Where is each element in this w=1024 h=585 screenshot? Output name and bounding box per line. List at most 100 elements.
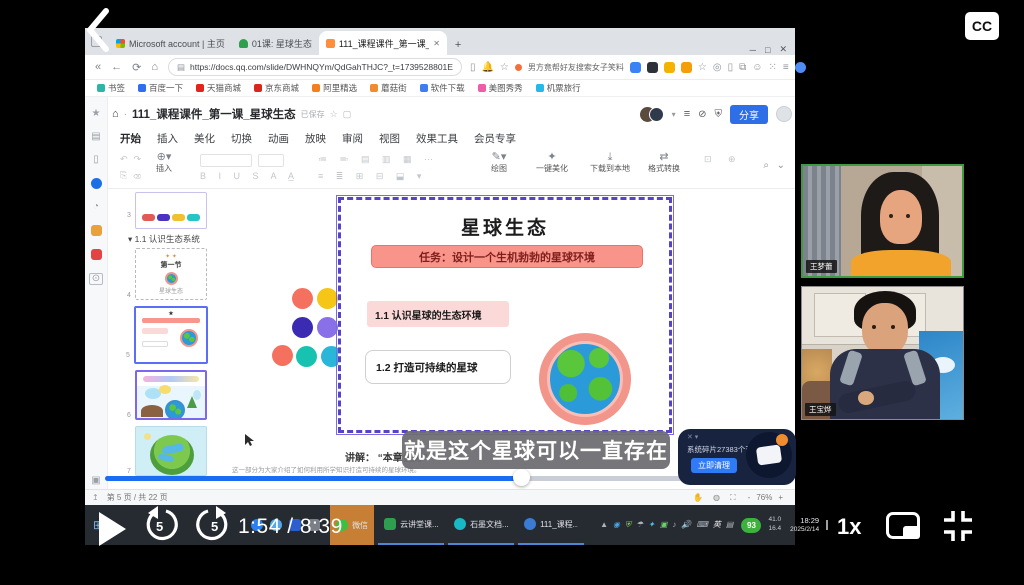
page-info-icon[interactable]: ▤ bbox=[177, 62, 185, 73]
extension-icon-3[interactable] bbox=[664, 62, 675, 73]
toolbar-collapse-icon[interactable]: ⌄ bbox=[777, 160, 785, 171]
device-icon[interactable]: ▯ bbox=[728, 62, 734, 73]
url-field[interactable]: ▤ https://docs.qq.com/slide/DWHNQYm/QdGa… bbox=[168, 58, 462, 76]
helper-bubble[interactable] bbox=[776, 106, 792, 122]
tray-icon[interactable]: ⛨ bbox=[625, 521, 631, 529]
bookmark-item[interactable]: 美图秀秀 bbox=[478, 82, 523, 94]
browser-tab-3-active[interactable]: 111_课程课件_第一课_星球生... ✕ bbox=[319, 31, 447, 55]
collect-star-icon[interactable]: ☆ bbox=[330, 109, 338, 120]
action-center-icon[interactable] bbox=[826, 520, 828, 530]
star-icon[interactable]: ☆ bbox=[500, 62, 509, 73]
books-icon[interactable]: ▤ bbox=[91, 132, 100, 142]
extension-icon-1[interactable] bbox=[630, 62, 641, 73]
beautify-tool[interactable]: ✦ 一键美化 bbox=[536, 152, 568, 174]
lesson-seekbar-handle[interactable] bbox=[513, 469, 530, 486]
extension-icon-2[interactable] bbox=[647, 62, 658, 73]
apps-grid-icon[interactable]: ⁙ bbox=[768, 62, 776, 73]
playback-speed-button[interactable]: 1x bbox=[837, 514, 861, 540]
text-format-icons[interactable]: B I U S A A̲ bbox=[200, 171, 299, 181]
favorites-star-icon[interactable]: ★ bbox=[92, 109, 101, 119]
bookmark-item[interactable]: 天猫商城 bbox=[196, 82, 241, 94]
capture-icon[interactable]: ⊙ bbox=[89, 273, 103, 285]
back-nav-icon[interactable]: ← bbox=[111, 61, 122, 73]
more-tools-icons[interactable]: ⊡ ⊕ bbox=[704, 154, 743, 165]
hamburger-icon[interactable]: ≡ bbox=[684, 108, 690, 120]
account-avatar[interactable] bbox=[795, 62, 806, 73]
permission-shield-icon[interactable]: ⛨ bbox=[715, 109, 723, 120]
tray-icon[interactable]: 🔊 bbox=[681, 521, 691, 529]
zoom-out-button[interactable]: - bbox=[748, 493, 751, 502]
favorite-icon[interactable]: ☆ bbox=[698, 62, 707, 73]
browser-tab-2[interactable]: 01课: 星球生态 bbox=[232, 31, 319, 55]
fit-screen-icon[interactable]: ⛶ bbox=[730, 493, 736, 503]
history-clock-icon[interactable]: ⊘ bbox=[698, 109, 706, 120]
paragraph-icons-row1[interactable]: ≔ ≕ ▤ ▥ ▦ ⋯ bbox=[318, 154, 438, 165]
window-close-button[interactable]: ✕ bbox=[779, 44, 787, 55]
webcam-teacher[interactable]: 王梦蕾 bbox=[801, 164, 964, 278]
qq-icon[interactable] bbox=[91, 178, 102, 189]
phone-icon[interactable]: ▯ bbox=[470, 62, 476, 73]
panel-icon[interactable]: ▣ bbox=[91, 476, 100, 486]
bookmark-item[interactable]: 书签 bbox=[97, 82, 125, 94]
taskbar-app-3[interactable]: 111_课程... bbox=[518, 505, 584, 545]
arrow-up-icon[interactable]: ↥ bbox=[92, 493, 99, 502]
slide-thumbnail-5-active[interactable]: ★ bbox=[134, 306, 208, 364]
tray-icon[interactable]: ☂ bbox=[636, 521, 643, 529]
tray-icon[interactable]: ▲ bbox=[600, 521, 608, 529]
move-folder-icon[interactable]: ▢ bbox=[343, 109, 352, 120]
slide-thumbnail-4[interactable]: ✦ ✦ 第一节 星球生态 bbox=[135, 248, 207, 300]
tray-icon[interactable]: 英 bbox=[713, 521, 721, 529]
share-button[interactable]: 分享 bbox=[730, 105, 768, 124]
comment-bubble-icon[interactable]: ◍ bbox=[713, 493, 720, 502]
clipboard-icons[interactable]: ⎘⌫ bbox=[120, 170, 146, 181]
share-icon[interactable]: ⧉ bbox=[739, 62, 746, 73]
profile-icon[interactable]: ☺ bbox=[752, 62, 762, 73]
slide-thumbnail-3[interactable] bbox=[135, 192, 207, 229]
bookmark-item[interactable]: 蘑菇街 bbox=[370, 82, 407, 94]
browser-tab-1[interactable]: Microsoft account | 主页 bbox=[109, 31, 232, 55]
forward-5s-button[interactable]: 5 bbox=[196, 506, 232, 546]
slide-thumbnail-6[interactable] bbox=[135, 370, 207, 420]
tray-icon[interactable]: ▤ bbox=[726, 521, 734, 529]
outline-section[interactable]: ▾ 1.1 认识生态系统 bbox=[128, 233, 240, 245]
download-tool[interactable]: ⤓ 下载到本地 bbox=[590, 152, 630, 174]
collapse-icon[interactable]: « bbox=[95, 61, 101, 73]
bookmark-item[interactable]: 软件下载 bbox=[420, 82, 465, 94]
lesson-seekbar[interactable] bbox=[105, 476, 690, 481]
hot-search-text[interactable]: 男方竟帮好友搜索女子笑料 bbox=[528, 62, 624, 73]
slide-thumbnail-7[interactable] bbox=[135, 426, 207, 476]
player-back-button[interactable] bbox=[82, 6, 118, 54]
taskbar-app-2[interactable]: 石墨文档... bbox=[448, 505, 514, 545]
bookmark-item[interactable]: 百度一下 bbox=[138, 82, 183, 94]
minimize-button[interactable]: ─ bbox=[750, 45, 756, 55]
laser-pointer-icon[interactable]: ✋ bbox=[693, 493, 703, 502]
maximize-button[interactable]: □ bbox=[765, 45, 770, 55]
bookmark-item[interactable]: 京东商城 bbox=[254, 82, 299, 94]
popup-close-icon[interactable]: ✕ ▾ bbox=[687, 433, 698, 441]
taskbar-clock[interactable]: 18:29 2025/2/14 bbox=[790, 516, 819, 534]
font-size-select[interactable] bbox=[258, 154, 284, 167]
bookmark-item[interactable]: 阿里精选 bbox=[312, 82, 357, 94]
picture-in-picture-button[interactable] bbox=[886, 512, 920, 539]
webcam-student[interactable]: 王宝烨 bbox=[801, 286, 964, 420]
extension-icon-4[interactable] bbox=[681, 62, 692, 73]
security-score-badge[interactable]: 93 bbox=[741, 518, 761, 533]
convert-tool[interactable]: ⇄ 格式转换 bbox=[648, 152, 680, 174]
tab-close-icon[interactable]: ✕ bbox=[433, 39, 440, 48]
home-icon[interactable]: ⌂ bbox=[151, 61, 158, 73]
tray-icon[interactable]: ♪ bbox=[672, 521, 676, 529]
tray-icon[interactable]: ▣ bbox=[660, 521, 668, 529]
toolbar-search-icon[interactable]: ⌕ bbox=[763, 160, 769, 171]
caret-down-icon[interactable]: ▾ bbox=[672, 110, 676, 119]
zoom-in-button[interactable]: + bbox=[778, 493, 783, 502]
tray-icon[interactable]: ◉ bbox=[613, 521, 620, 529]
menu-icon[interactable]: ≡ bbox=[783, 62, 789, 73]
new-tab-button[interactable]: + bbox=[455, 39, 461, 51]
phone-sync-icon[interactable]: ▯ bbox=[93, 155, 99, 165]
folder-icon[interactable] bbox=[91, 225, 102, 236]
paragraph-icons-row2[interactable]: ≡ ≣ ⊞ ⊟ ⬓ ▾ bbox=[318, 171, 426, 182]
bookmark-item[interactable]: 机票旅行 bbox=[536, 82, 581, 94]
popup-clean-button[interactable]: 立即清理 bbox=[691, 458, 737, 473]
collaborator-avatars[interactable] bbox=[640, 107, 664, 122]
docs-home-icon[interactable]: ⌂ bbox=[112, 108, 119, 120]
